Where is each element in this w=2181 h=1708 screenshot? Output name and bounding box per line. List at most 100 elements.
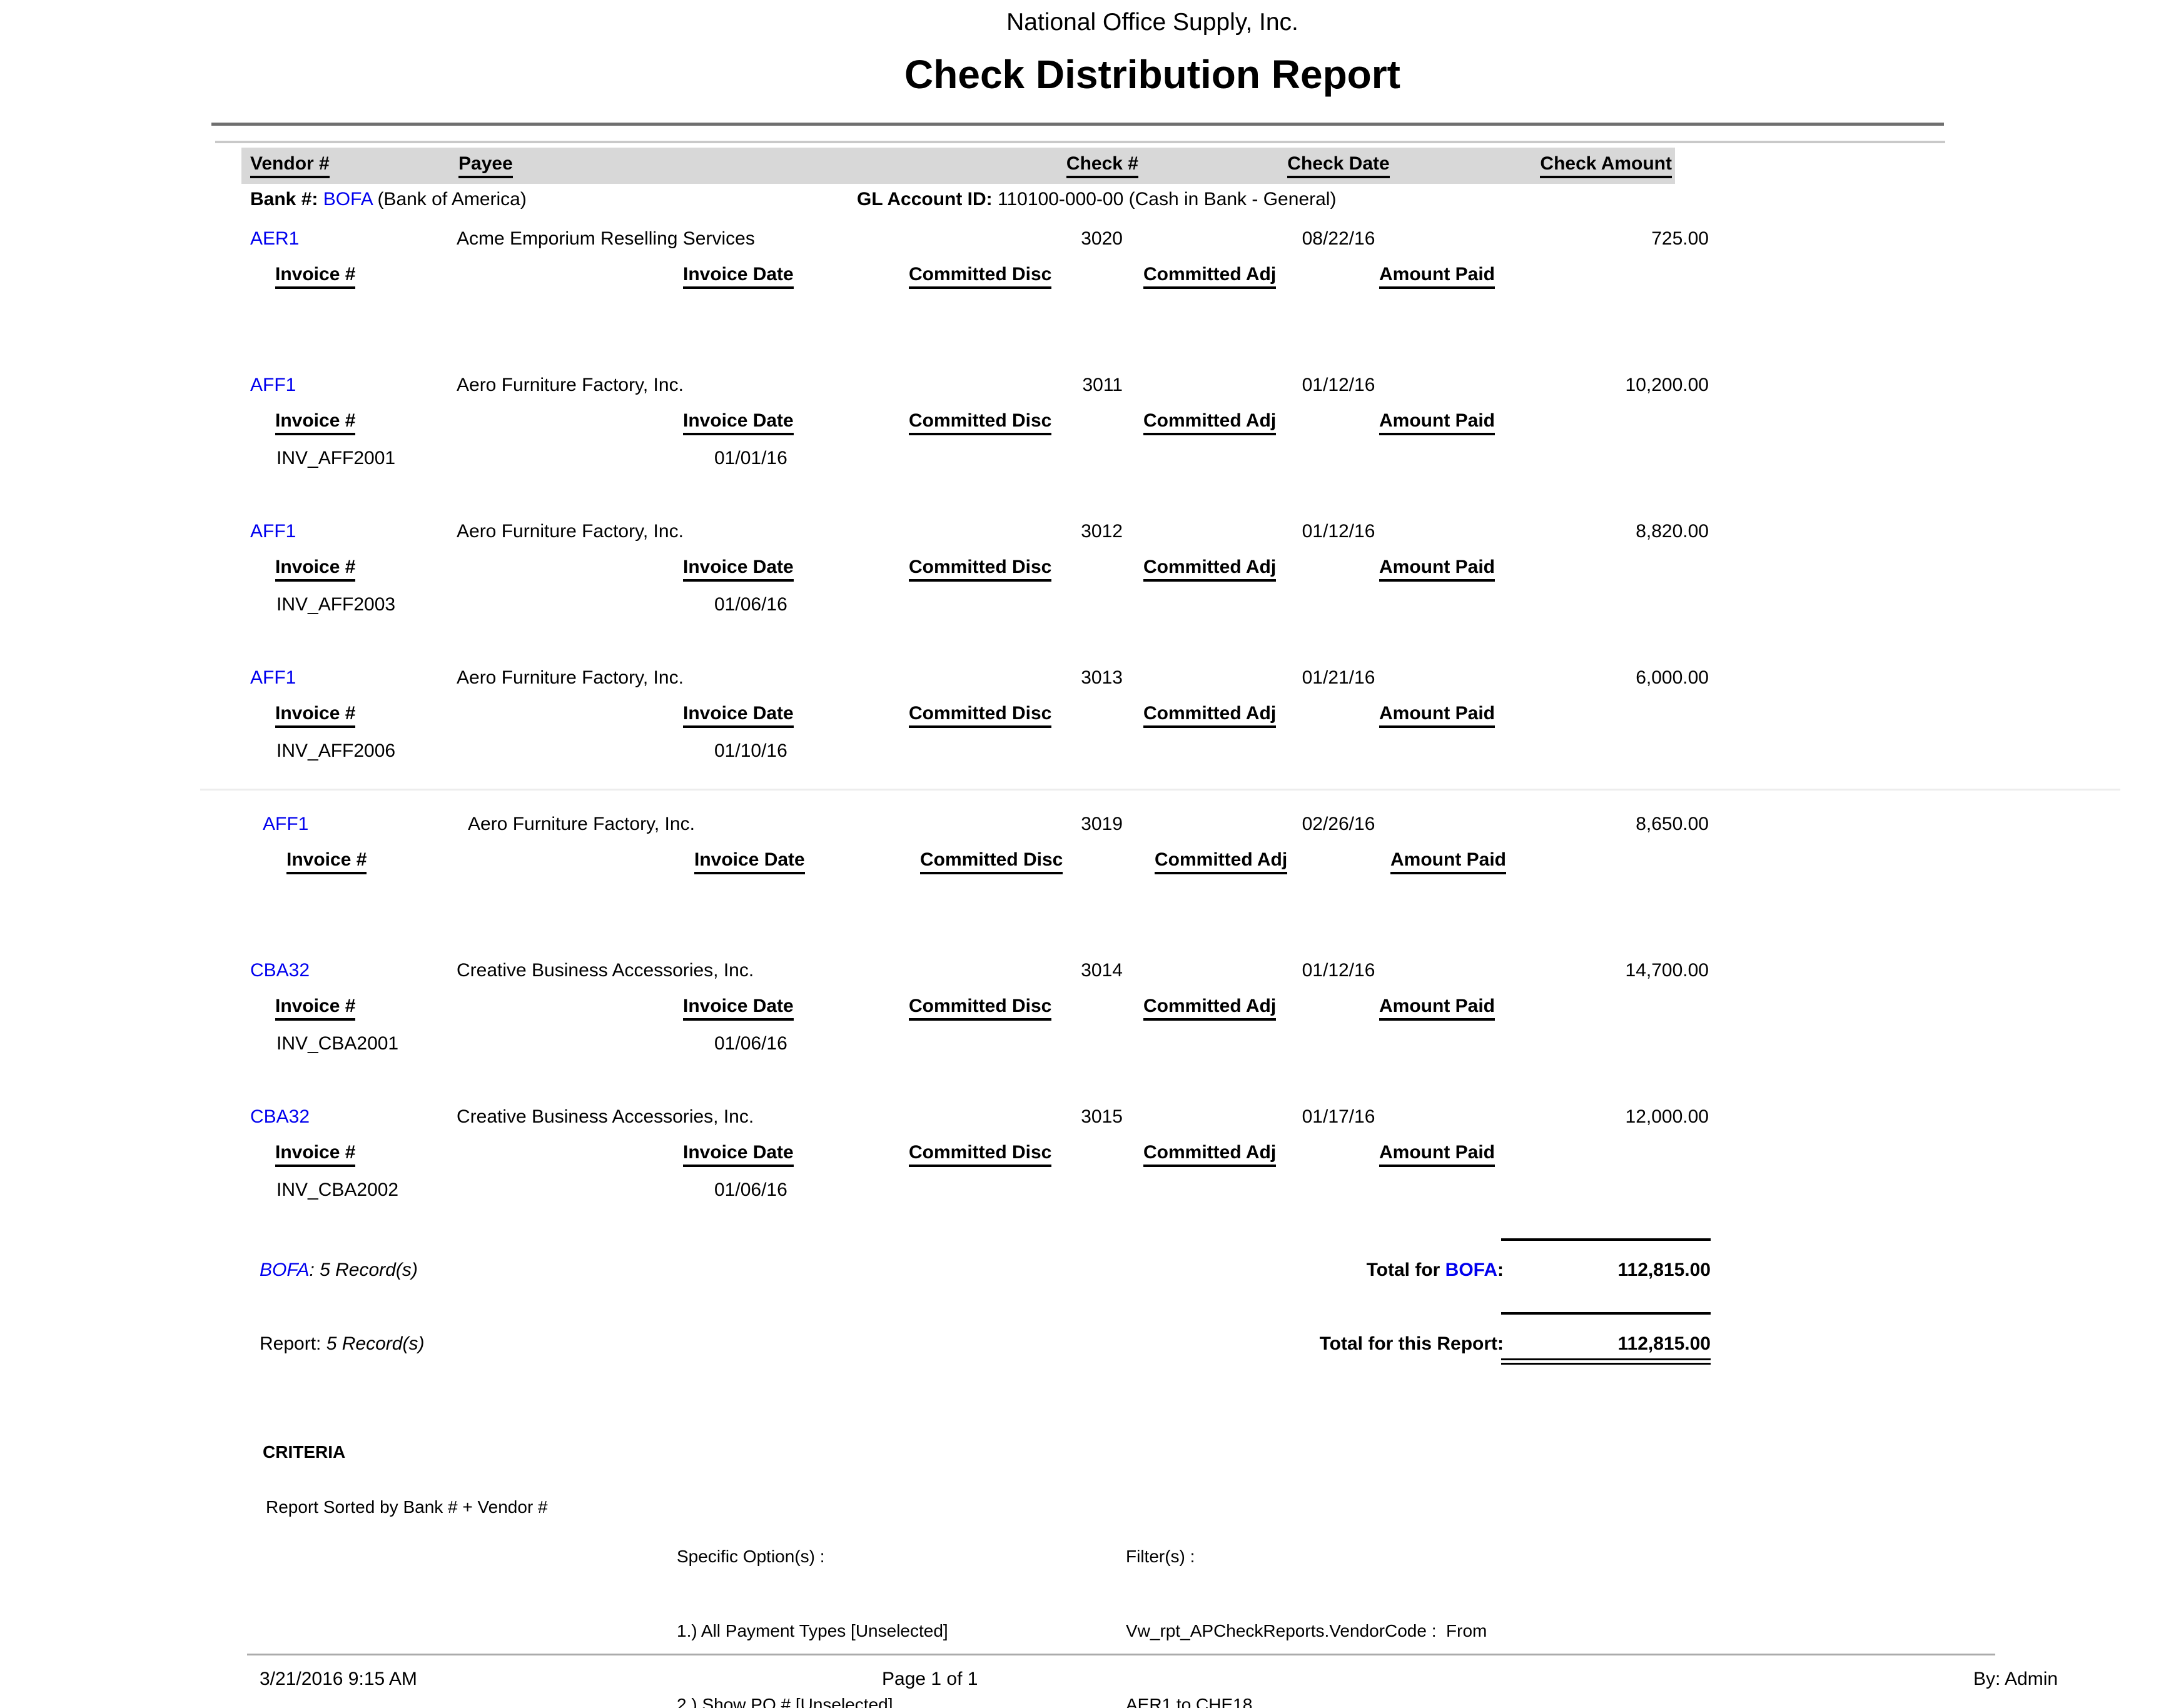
column-header-check-number-label: Check # bbox=[1066, 153, 1138, 178]
bank-total-amount: 112,815.00 bbox=[1501, 1258, 1711, 1282]
amount-paid-header-label: Amount Paid bbox=[1390, 849, 1506, 874]
committed-disc-header-label: Committed Disc bbox=[909, 703, 1051, 728]
column-header-check-date: Check Date bbox=[1245, 152, 1432, 178]
invoice-number-header-label: Invoice # bbox=[275, 1142, 355, 1167]
amount-paid-header: Amount Paid bbox=[1379, 555, 1495, 582]
vendor-code-link[interactable]: AER1 bbox=[250, 227, 299, 251]
invoice-number: INV_CBA2002 bbox=[276, 1178, 398, 1202]
invoice-date-header: Invoice Date bbox=[683, 409, 794, 435]
vendor-code-link[interactable]: AFF1 bbox=[250, 373, 296, 397]
amount-paid-header-label: Amount Paid bbox=[1379, 1142, 1495, 1167]
committed-adj-header: Committed Adj bbox=[1143, 702, 1276, 728]
bank-total-overline bbox=[1501, 1238, 1711, 1241]
invoice-date-header-label: Invoice Date bbox=[694, 849, 805, 874]
check-block: AER1 Acme Emporium Reselling Services 30… bbox=[247, 227, 1711, 373]
criteria-options-title: Specific Option(s) : bbox=[677, 1544, 981, 1569]
amount-paid-header: Amount Paid bbox=[1379, 263, 1495, 289]
invoice-number-header: Invoice # bbox=[275, 702, 355, 728]
report-total-label: Total for this Report: bbox=[1128, 1332, 1504, 1356]
committed-disc-header-label: Committed Disc bbox=[920, 849, 1063, 874]
report-record-count: Report: 5 Record(s) bbox=[260, 1332, 424, 1356]
check-block: AFF1 Aero Furniture Factory, Inc. 3011 0… bbox=[247, 373, 1711, 520]
check-date: 01/12/16 bbox=[1245, 959, 1432, 983]
check-block: AFF1 Aero Furniture Factory, Inc. 3019 0… bbox=[247, 812, 1711, 959]
payee-name: Creative Business Accessories, Inc. bbox=[457, 959, 754, 983]
report-page: National Office Supply, Inc. Check Distr… bbox=[0, 0, 2181, 1708]
report-total-amount: 112,815.00 bbox=[1501, 1332, 1711, 1356]
check-date: 02/26/16 bbox=[1245, 812, 1432, 836]
invoice-number-header-label: Invoice # bbox=[275, 703, 355, 728]
invoice-date-header: Invoice Date bbox=[683, 702, 794, 728]
committed-disc-header: Committed Disc bbox=[920, 848, 1063, 874]
committed-disc-header: Committed Disc bbox=[909, 702, 1051, 728]
invoice-number-header-label: Invoice # bbox=[275, 996, 355, 1021]
vendor-code-link[interactable]: AFF1 bbox=[250, 520, 296, 543]
invoice-number: INV_CBA2001 bbox=[276, 1032, 398, 1056]
bank-name: (Bank of America) bbox=[377, 189, 526, 210]
report-record-count-text: 5 Record(s) bbox=[326, 1333, 425, 1354]
committed-adj-header: Committed Adj bbox=[1143, 994, 1276, 1021]
column-header-vendor: Vendor # bbox=[250, 152, 330, 178]
vendor-code-link[interactable]: CBA32 bbox=[250, 959, 310, 983]
column-header-bar: Vendor # Payee Check # Check Date Check … bbox=[241, 148, 1675, 184]
invoice-number: INV_AFF2006 bbox=[276, 739, 395, 763]
invoice-date-header: Invoice Date bbox=[683, 1141, 794, 1167]
invoice-header-row: Invoice # Invoice Date Committed Disc Co… bbox=[247, 702, 1711, 728]
invoice-date-header-label: Invoice Date bbox=[683, 703, 794, 728]
check-amount: 725.00 bbox=[1459, 227, 1709, 251]
amount-paid-header: Amount Paid bbox=[1379, 994, 1495, 1021]
invoice-number-header: Invoice # bbox=[275, 409, 355, 435]
footer-generated-by: By: Admin bbox=[1973, 1667, 2058, 1691]
committed-adj-header: Committed Adj bbox=[1143, 1141, 1276, 1167]
column-header-check-date-label: Check Date bbox=[1287, 153, 1389, 178]
company-name: National Office Supply, Inc. bbox=[247, 8, 2058, 38]
amount-paid-header-label: Amount Paid bbox=[1379, 410, 1495, 435]
report-record-count-label: Report: bbox=[260, 1333, 326, 1354]
committed-disc-header-label: Committed Disc bbox=[909, 557, 1051, 582]
bank-record-count: BOFA: 5 Record(s) bbox=[260, 1258, 418, 1282]
committed-adj-header-label: Committed Adj bbox=[1155, 849, 1287, 874]
check-row: AFF1 Aero Furniture Factory, Inc. 3012 0… bbox=[247, 520, 1711, 545]
check-date: 01/17/16 bbox=[1245, 1105, 1432, 1129]
bank-group-row: Bank #: BOFA (Bank of America) GL Accoun… bbox=[247, 188, 1711, 213]
committed-adj-header-label: Committed Adj bbox=[1143, 410, 1276, 435]
committed-adj-header: Committed Adj bbox=[1143, 409, 1276, 435]
invoice-number: INV_AFF2003 bbox=[276, 593, 395, 617]
invoice-number: INV_AFF2001 bbox=[276, 447, 395, 470]
criteria-filters-title: Filter(s) : bbox=[1126, 1544, 1487, 1569]
committed-disc-header: Committed Disc bbox=[909, 409, 1051, 435]
check-amount: 12,000.00 bbox=[1459, 1105, 1709, 1129]
vendor-code-link[interactable]: AFF1 bbox=[250, 666, 296, 690]
payee-name: Aero Furniture Factory, Inc. bbox=[457, 520, 684, 543]
bank-total-label-prefix: Total for bbox=[1367, 1260, 1445, 1280]
invoice-number-header-label: Invoice # bbox=[275, 264, 355, 289]
bank-number-label: Bank #: bbox=[250, 189, 318, 210]
title-divider-top bbox=[211, 123, 1944, 126]
check-number: 3013 bbox=[998, 666, 1123, 690]
committed-adj-header-label: Committed Adj bbox=[1143, 1142, 1276, 1167]
invoice-number-header-label: Invoice # bbox=[275, 410, 355, 435]
committed-adj-header-label: Committed Adj bbox=[1143, 557, 1276, 582]
invoice-number-header: Invoice # bbox=[275, 994, 355, 1021]
invoice-date-header: Invoice Date bbox=[683, 555, 794, 582]
amount-paid-header-label: Amount Paid bbox=[1379, 557, 1495, 582]
amount-paid-header: Amount Paid bbox=[1379, 702, 1495, 728]
column-header-check-amount-label: Check Amount bbox=[1540, 153, 1672, 178]
gl-account-info: GL Account ID: 110100-000-00 (Cash in Ba… bbox=[857, 188, 1336, 211]
criteria-sorted-by: Report Sorted by Bank # + Vendor # bbox=[266, 1495, 548, 1519]
vendor-code-link[interactable]: AFF1 bbox=[263, 812, 308, 836]
committed-disc-header-label: Committed Disc bbox=[909, 264, 1051, 289]
check-number: 3020 bbox=[998, 227, 1123, 251]
check-row: AFF1 Aero Furniture Factory, Inc. 3019 0… bbox=[247, 812, 1711, 837]
report-header: National Office Supply, Inc. Check Distr… bbox=[247, 8, 2058, 38]
invoice-date: 01/06/16 bbox=[714, 593, 787, 617]
bank-code-link[interactable]: BOFA bbox=[323, 189, 372, 210]
invoice-date-header: Invoice Date bbox=[694, 848, 805, 874]
committed-disc-header: Committed Disc bbox=[909, 1141, 1051, 1167]
payee-name: Aero Furniture Factory, Inc. bbox=[457, 373, 684, 397]
check-amount: 6,000.00 bbox=[1459, 666, 1709, 690]
vendor-code-link[interactable]: CBA32 bbox=[250, 1105, 310, 1129]
check-number: 3014 bbox=[998, 959, 1123, 983]
invoice-date-header-label: Invoice Date bbox=[683, 557, 794, 582]
invoice-header-row: Invoice # Invoice Date Committed Disc Co… bbox=[247, 263, 1711, 289]
